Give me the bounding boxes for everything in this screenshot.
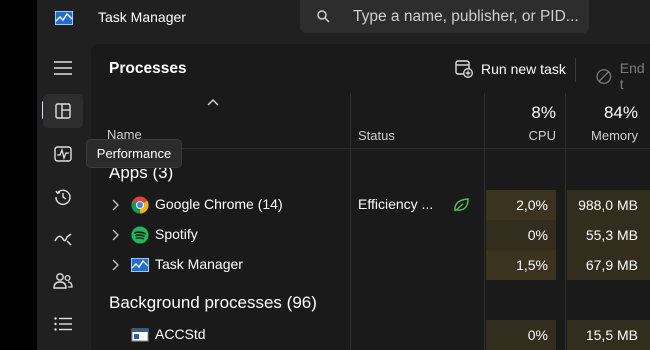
toolbar-separator <box>575 58 576 82</box>
sort-ascending-icon <box>207 98 219 106</box>
processes-pane: Processes Run new task End t Name Status… <box>91 44 650 350</box>
history-icon <box>55 189 71 206</box>
chevron-right-icon[interactable] <box>111 259 119 271</box>
run-task-icon <box>455 60 473 78</box>
cpu-total-percent: 8% <box>531 103 556 122</box>
table-row[interactable]: Google Chrome (14) Efficiency ... 2,0% 9… <box>91 190 650 220</box>
search-icon <box>317 10 330 23</box>
processes-icon <box>55 103 71 119</box>
table-row[interactable]: Task Manager 1,5% 67,9 MB <box>91 250 650 280</box>
chevron-right-icon[interactable] <box>111 199 119 211</box>
cpu-value: 0% <box>486 220 556 250</box>
table-row[interactable]: ACCStd 0% 15,5 MB <box>91 320 650 350</box>
process-status: Efficiency ... <box>358 196 434 212</box>
task-manager-icon <box>131 258 149 272</box>
chrome-icon <box>131 196 149 214</box>
column-header-status[interactable]: Status <box>358 128 395 143</box>
details-list-icon <box>54 317 72 331</box>
users-icon <box>53 273 73 289</box>
memory-total-percent: 84% <box>603 103 638 122</box>
cpu-value: 2,0% <box>486 190 556 220</box>
column-header-memory[interactable]: Memory <box>567 128 638 143</box>
end-task-icon <box>596 68 612 84</box>
title-bar: Task Manager Type a name, publisher, or … <box>37 0 650 44</box>
memory-value: 15,5 MB <box>567 320 650 350</box>
process-name: Task Manager <box>155 256 243 272</box>
app-window-icon <box>131 328 149 342</box>
task-manager-logo-icon <box>55 11 73 25</box>
run-new-task-button[interactable]: Run new task <box>455 60 566 78</box>
memory-value: 55,3 MB <box>567 220 650 250</box>
section-background-processes: Background processes (96) <box>109 293 317 312</box>
column-header-cpu[interactable]: CPU <box>486 128 556 143</box>
cpu-value: 0% <box>486 320 556 350</box>
table-row[interactable]: Spotify 0% 55,3 MB <box>91 220 650 250</box>
task-manager-window: Task Manager Type a name, publisher, or … <box>37 0 650 350</box>
process-name: ACCStd <box>155 326 206 342</box>
startup-icon <box>54 233 72 246</box>
end-task-button[interactable]: End t <box>596 60 650 92</box>
page-title: Processes <box>109 60 187 77</box>
nav-item-users[interactable] <box>43 264 83 298</box>
hamburger-icon <box>54 61 72 75</box>
end-task-label[interactable]: End t <box>620 60 650 92</box>
nav-item-performance[interactable] <box>43 137 83 171</box>
memory-value: 67,9 MB <box>567 250 650 280</box>
nav-item-processes[interactable] <box>43 94 83 128</box>
spotify-icon <box>131 226 149 244</box>
process-name: Google Chrome (14) <box>155 196 283 212</box>
cpu-value: 1,5% <box>486 250 556 280</box>
chevron-right-icon[interactable] <box>111 229 119 241</box>
process-name: Spotify <box>155 226 198 242</box>
nav-item-details[interactable] <box>43 307 83 341</box>
efficiency-leaf-icon <box>454 198 469 212</box>
memory-value: 988,0 MB <box>567 190 650 220</box>
performance-tooltip: Performance <box>86 139 182 168</box>
search-box[interactable]: Type a name, publisher, or PID... <box>300 0 589 33</box>
run-task-label[interactable]: Run new task <box>481 61 566 77</box>
nav-item-startup[interactable] <box>43 222 83 256</box>
menu-button[interactable] <box>43 51 83 85</box>
search-placeholder[interactable]: Type a name, publisher, or PID... <box>353 8 579 26</box>
app-title: Task Manager <box>98 9 186 25</box>
nav-item-app-history[interactable] <box>43 180 83 214</box>
performance-icon <box>54 146 72 162</box>
